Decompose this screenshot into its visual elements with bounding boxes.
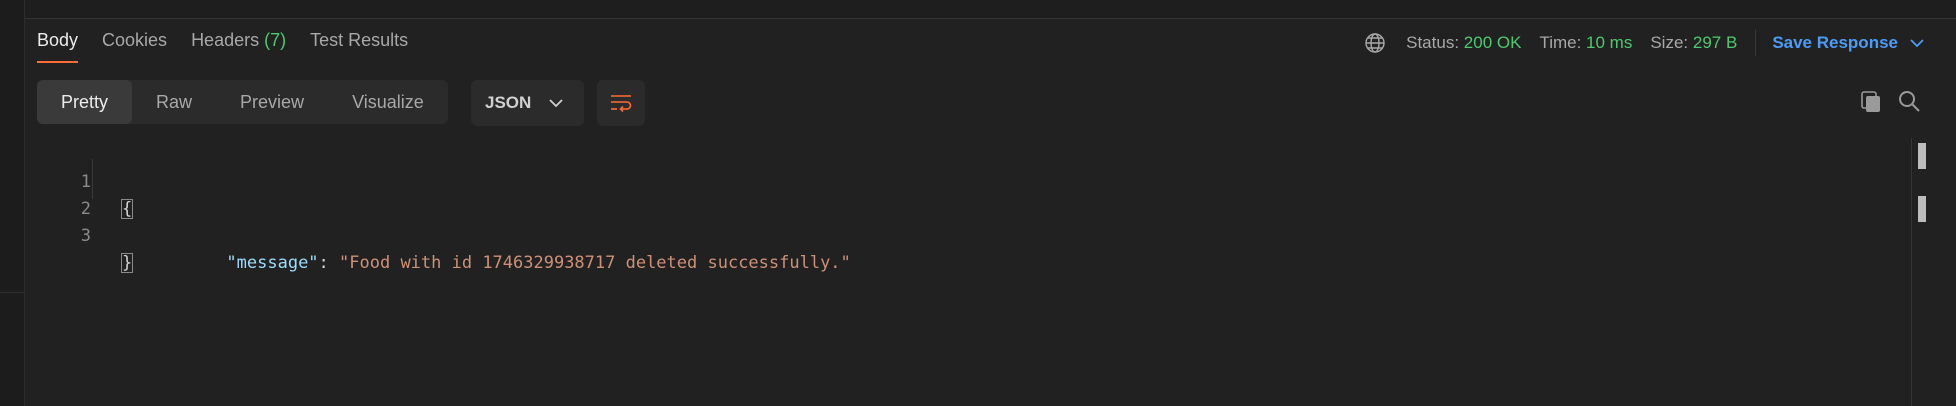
close-brace: }	[121, 253, 134, 273]
tab-cookies[interactable]: Cookies	[102, 30, 167, 63]
json-value: "Food with id 1746329938717 deleted succ…	[339, 253, 851, 273]
view-mode-group: Pretty Raw Preview Visualize	[37, 80, 448, 124]
globe-icon[interactable]	[1364, 32, 1386, 54]
view-visualize-button[interactable]: Visualize	[328, 80, 448, 124]
response-time[interactable]: Time: 10 ms	[1539, 33, 1632, 53]
view-preview-button[interactable]: Preview	[216, 80, 328, 124]
indent-guide	[92, 159, 93, 199]
code-line: 3 }	[37, 196, 134, 273]
view-raw-button[interactable]: Raw	[132, 80, 216, 124]
tab-body[interactable]: Body	[37, 30, 79, 63]
scrollbar-marker[interactable]	[1918, 196, 1926, 222]
code-line: 1 {	[37, 142, 134, 219]
copy-icon	[1861, 91, 1880, 112]
view-pretty-button[interactable]: Pretty	[37, 80, 133, 124]
left-gutter	[0, 0, 25, 406]
search-icon	[1899, 91, 1920, 112]
editor-scrollbar-track[interactable]	[1911, 138, 1912, 406]
response-size[interactable]: Size: 297 B	[1650, 33, 1737, 53]
line-number: 3	[80, 226, 91, 246]
wrap-lines-button[interactable]	[597, 80, 645, 126]
top-strip	[25, 0, 1956, 19]
tab-test-results[interactable]: Test Results	[310, 30, 408, 63]
format-value: JSON	[485, 93, 532, 112]
scrollbar-marker[interactable]	[1918, 143, 1926, 169]
status-code[interactable]: Status: 200 OK	[1406, 33, 1521, 53]
chevron-down-icon	[1910, 38, 1924, 47]
wrap-lines-icon	[611, 95, 632, 113]
response-body-editor[interactable]: 1 { 2 "message": "Food with id 174632993…	[37, 142, 1916, 273]
json-colon: :	[318, 253, 340, 273]
json-key: "message"	[226, 253, 319, 273]
headers-count: (7)	[264, 30, 287, 50]
format-dropdown[interactable]: JSON	[471, 80, 584, 126]
copy-button[interactable]	[1859, 89, 1883, 118]
divider	[1755, 30, 1757, 56]
open-brace: {	[121, 199, 134, 219]
response-tabs: Body Cookies Headers (7) Test Results	[37, 30, 432, 63]
chevron-down-icon	[549, 98, 563, 107]
save-response-button[interactable]: Save Response	[1772, 33, 1924, 53]
response-status-bar: Status: 200 OK Time: 10 ms Size: 297 B S…	[1364, 30, 1924, 56]
tab-headers[interactable]: Headers (7)	[191, 30, 286, 63]
search-button[interactable]	[1897, 89, 1921, 118]
code-line: 2 "message": "Food with id 1746329938717…	[37, 169, 851, 273]
